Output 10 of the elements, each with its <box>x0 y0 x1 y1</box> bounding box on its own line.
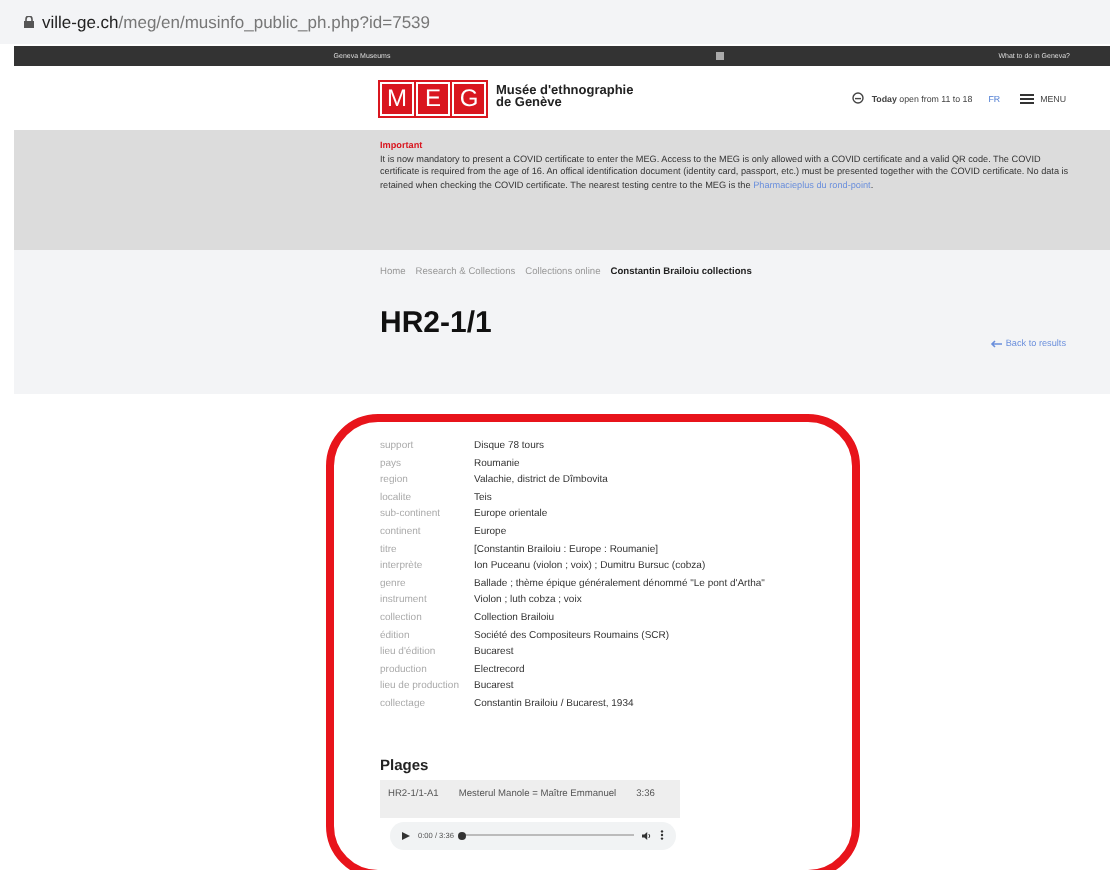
play-icon[interactable] <box>402 831 410 839</box>
record-title: HR2-1/1 <box>380 306 494 340</box>
menu-icon <box>1020 93 1035 103</box>
arrow-icon <box>989 339 1002 347</box>
plus-icon[interactable] <box>715 52 723 60</box>
address-field[interactable]: ville-ge.ch/meg/en/musinfo_public_ph.php?id=7539 <box>42 12 430 32</box>
museum-logo[interactable]: M E G <box>380 81 486 115</box>
clock-icon <box>851 92 864 104</box>
lock-icon <box>24 16 34 28</box>
volume-icon[interactable] <box>642 831 652 839</box>
